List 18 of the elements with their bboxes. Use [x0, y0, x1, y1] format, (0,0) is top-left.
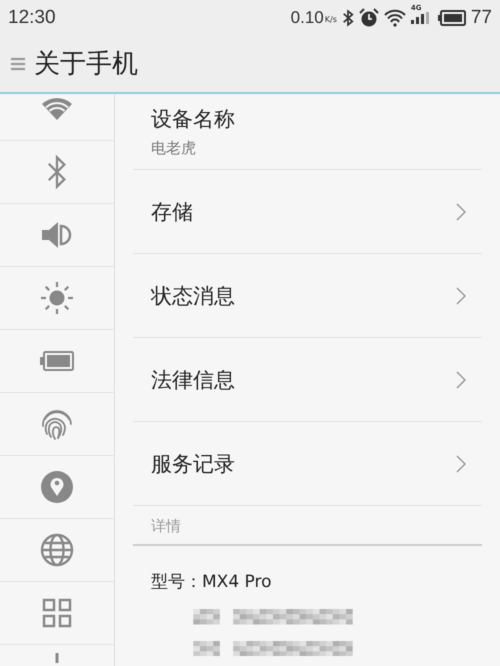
- section-header: 详情: [151, 517, 181, 535]
- row-title: 状态消息: [151, 282, 235, 310]
- row-title: 服务记录: [151, 450, 235, 478]
- settings-row[interactable]: 状态消息: [133, 254, 482, 338]
- settings-row[interactable]: 法律信息: [133, 338, 482, 422]
- settings-row[interactable]: 设备名称 电老虎: [133, 94, 482, 170]
- row-title: 设备名称: [151, 106, 235, 133]
- row-title: 存储: [151, 198, 193, 226]
- row-value: 电老虎: [151, 139, 197, 158]
- page-title: 关于手机: [34, 48, 138, 81]
- row-title: 法律信息: [151, 366, 235, 394]
- model-info: 型号：MX4 Pro: [150, 571, 273, 594]
- settings-row[interactable]: 存储: [133, 170, 482, 254]
- network-speed: 0.10: [290, 8, 324, 28]
- status-time: 12:30: [8, 6, 56, 28]
- speed-unit: K/s: [324, 14, 337, 24]
- battery-level: 77: [470, 6, 492, 28]
- settings-row[interactable]: 服务记录: [133, 422, 482, 506]
